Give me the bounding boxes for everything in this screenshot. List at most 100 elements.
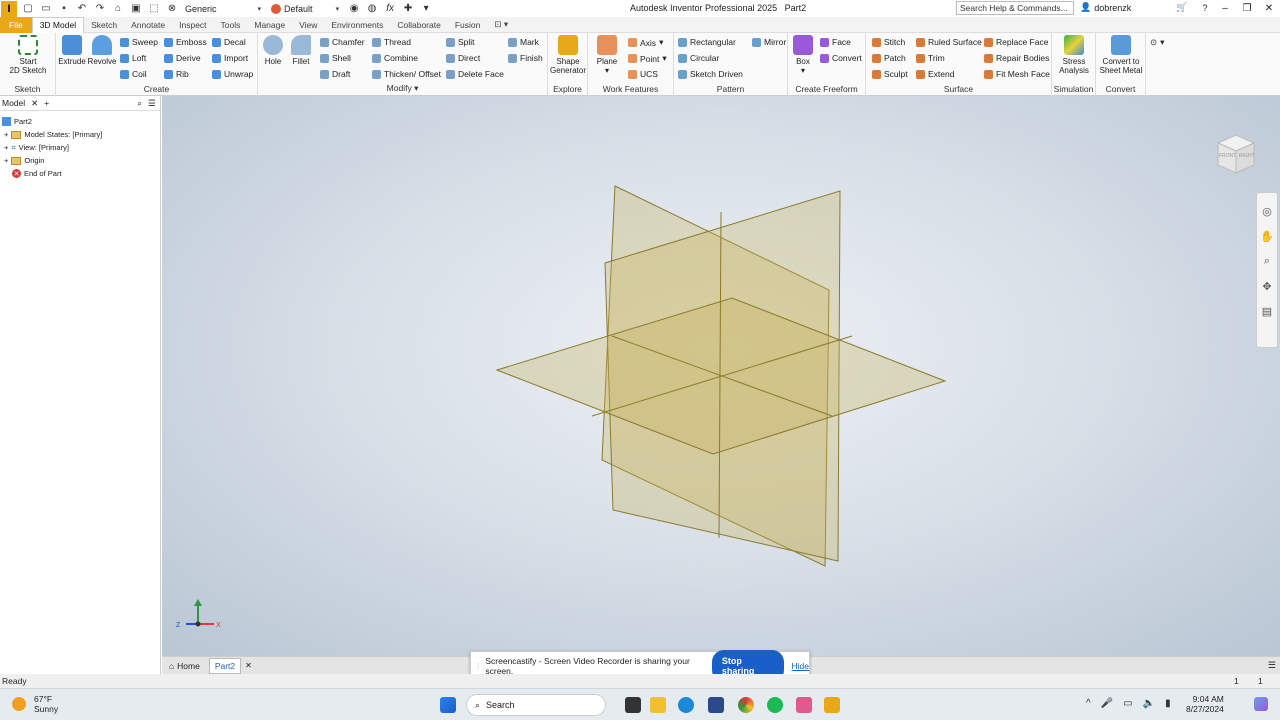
zoom-icon[interactable]: ⌕	[1264, 255, 1270, 268]
tab-fusion[interactable]: Fusion	[448, 17, 488, 33]
tree-item-end-of-part[interactable]: ✕ End of Part	[2, 167, 158, 180]
tab-file[interactable]: File	[0, 16, 32, 33]
tray-overflow-icon[interactable]: ^	[1086, 698, 1091, 709]
new-icon[interactable]: ▢	[21, 3, 35, 15]
convert-button[interactable]: Convert	[820, 53, 862, 63]
replace-face-button[interactable]: Replace Face	[984, 37, 1048, 47]
hole-button[interactable]: Hole	[260, 35, 286, 66]
coil-button[interactable]: Coil	[120, 69, 147, 79]
mirror-button[interactable]: Mirror	[752, 37, 786, 47]
volume-icon[interactable]: 🔈	[1143, 698, 1155, 709]
tree-item-part[interactable]: Part2	[2, 115, 158, 128]
axis-button[interactable]: Axis ▾	[628, 37, 663, 48]
expand-icon[interactable]: +	[4, 156, 8, 165]
ucs-button[interactable]: UCS	[628, 69, 658, 79]
tab-options-icon[interactable]: ⊡ ▾	[487, 17, 515, 33]
mark-button[interactable]: Mark	[508, 37, 539, 47]
restore-icon[interactable]: ❐	[1236, 0, 1258, 16]
tab-sketch[interactable]: Sketch	[84, 17, 124, 33]
material-select[interactable]: Generic ▾	[185, 2, 265, 15]
inventor-logo-icon[interactable]: I	[1, 0, 17, 17]
trim-button[interactable]: Trim	[916, 53, 945, 63]
browser-tab-model[interactable]: Model	[2, 98, 25, 108]
select-icon[interactable]: ⬚	[147, 3, 161, 15]
direct-button[interactable]: Direct	[446, 53, 480, 63]
unwrap-button[interactable]: Unwrap	[212, 69, 253, 79]
tab-menu-icon[interactable]: ☰	[1268, 660, 1276, 671]
graphics-viewport[interactable]: FRONT RIGHT ◎ ✋ ⌕ ✥ ▤ Z X	[162, 96, 1280, 656]
thread-button[interactable]: Thread	[372, 37, 411, 47]
drag-handle-icon[interactable]: ⁞	[477, 661, 479, 671]
tab-part2[interactable]: Part2	[208, 657, 242, 674]
start-icon[interactable]	[440, 697, 456, 713]
stress-analysis-button[interactable]: Stress Analysis	[1054, 35, 1094, 75]
import-button[interactable]: Import	[212, 53, 248, 63]
delete-face-button[interactable]: Delete Face	[446, 69, 504, 79]
update-icon[interactable]: ▣	[129, 3, 143, 15]
box-button[interactable]: Box ▾	[790, 35, 816, 75]
tab-environments[interactable]: Environments	[324, 17, 390, 33]
open-icon[interactable]: ▭	[39, 3, 53, 15]
home-icon[interactable]: ⌂	[111, 3, 125, 15]
look-at-icon[interactable]: ▤	[1262, 305, 1272, 318]
tab-manage[interactable]: Manage	[247, 17, 292, 33]
fx-icon[interactable]: fx	[383, 3, 397, 15]
close-icon[interactable]: ✕	[245, 661, 252, 670]
search-icon[interactable]: ⌕	[137, 98, 142, 109]
tab-home[interactable]: ⌂ Home	[164, 659, 205, 673]
stitch-button[interactable]: Stitch	[872, 37, 905, 47]
chamfer-button[interactable]: Chamfer	[320, 37, 365, 47]
sculpt-button[interactable]: Sculpt	[872, 69, 908, 79]
tab-3d-model[interactable]: 3D Model	[31, 16, 85, 33]
clock[interactable]: 9:04 AM 8/27/2024	[1186, 694, 1224, 714]
plane-button[interactable]: Plane ▾	[592, 35, 622, 75]
task-view-icon[interactable]	[625, 697, 641, 713]
ribbon-extra-options[interactable]: ⊙ ▾	[1150, 37, 1164, 48]
store-icon[interactable]	[708, 697, 724, 713]
taskbar-search[interactable]: ⌕ Search	[466, 694, 606, 716]
appearance-adjust-icon[interactable]: ◍	[365, 3, 379, 15]
sketch-driven-button[interactable]: Sketch Driven	[678, 69, 743, 79]
fillet-button[interactable]: Fillet	[288, 35, 314, 66]
tree-item-view[interactable]: + ⌗ View: [Primary]	[2, 141, 158, 154]
tree-item-origin[interactable]: + Origin	[2, 154, 158, 167]
customize-icon[interactable]: ▾	[419, 3, 433, 15]
ruled-surface-button[interactable]: Ruled Surface	[916, 37, 982, 47]
repair-bodies-button[interactable]: Repair Bodies	[984, 53, 1049, 63]
help-icon[interactable]: ?	[1202, 3, 1207, 13]
color-icon[interactable]: ◉	[347, 3, 361, 15]
expand-icon[interactable]: +	[4, 130, 8, 139]
snipping-tool-icon[interactable]	[796, 697, 812, 713]
edge-icon[interactable]	[678, 697, 694, 713]
copilot-icon[interactable]	[1254, 697, 1268, 711]
tab-annotate[interactable]: Annotate	[124, 17, 172, 33]
loft-button[interactable]: Loft	[120, 53, 146, 63]
shell-button[interactable]: Shell	[320, 53, 351, 63]
decal-button[interactable]: Decal	[212, 37, 246, 47]
spotify-icon[interactable]	[767, 697, 783, 713]
patch-button[interactable]: Patch	[872, 53, 906, 63]
search-help-input[interactable]: Search Help & Commands...	[956, 1, 1074, 15]
add-tab-icon[interactable]: +	[44, 98, 49, 108]
tab-view[interactable]: View	[292, 17, 324, 33]
emboss-button[interactable]: Emboss	[164, 37, 207, 47]
draft-button[interactable]: Draft	[320, 69, 350, 79]
split-button[interactable]: Split	[446, 37, 475, 47]
save-icon[interactable]: ▪	[57, 3, 71, 15]
extend-button[interactable]: Extend	[916, 69, 954, 79]
minimize-icon[interactable]: –	[1214, 0, 1236, 16]
shape-generator-button[interactable]: Shape Generator	[550, 35, 586, 75]
expand-icon[interactable]: +	[4, 143, 8, 152]
add-icon[interactable]: ✚	[401, 3, 415, 15]
extrude-button[interactable]: Extrude	[58, 35, 86, 66]
close-icon[interactable]: ✕	[1258, 0, 1280, 16]
appearance-select[interactable]: Default ▾	[271, 2, 343, 15]
cart-icon[interactable]: 🛒	[1176, 2, 1187, 13]
undo-icon[interactable]: ↶	[75, 3, 89, 15]
tree-item-model-states[interactable]: + Model States: [Primary]	[2, 128, 158, 141]
tab-collaborate[interactable]: Collaborate	[390, 17, 447, 33]
redo-icon[interactable]: ↷	[93, 3, 107, 15]
chrome-icon[interactable]	[738, 697, 754, 713]
steering-wheel-icon[interactable]: ◎	[1262, 205, 1272, 218]
menu-icon[interactable]: ☰	[148, 98, 156, 109]
